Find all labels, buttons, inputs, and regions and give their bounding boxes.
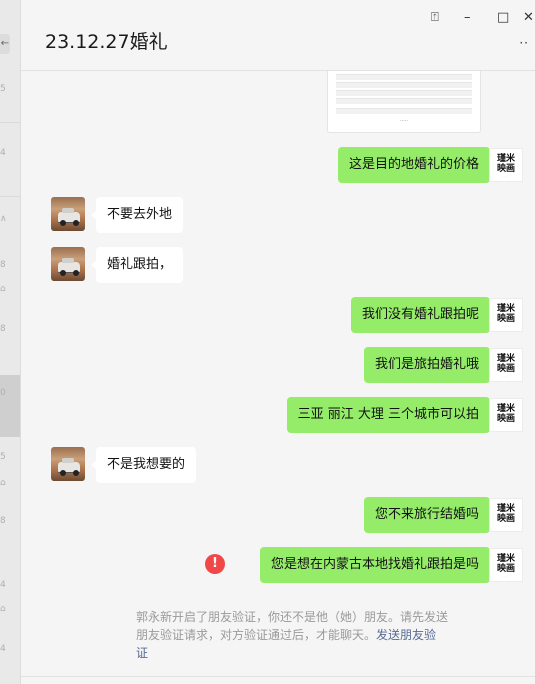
list-mark: 0 <box>0 388 6 398</box>
conversation-list-edge: ← 5 4 ∧ 8 ⌂ 8 0 5 ⌂ 8 4 ⌂ 4 <box>0 0 21 684</box>
price-row <box>336 98 472 104</box>
bubble-tail <box>91 260 97 270</box>
friend-verification-notice: 郭永新开启了朋友验证，你还不是他（她）朋友。请先发送朋友验证请求，对方验证通过后… <box>136 608 448 662</box>
avatar-logo-text: 瑾米 <box>496 554 515 564</box>
more-options-icon[interactable]: ·· <box>519 36 529 50</box>
wheel <box>60 220 66 226</box>
message-text: 婚礼跟拍， <box>107 257 173 272</box>
avatar-logo-text: 映画 <box>496 164 515 174</box>
contact-avatar[interactable] <box>51 447 85 481</box>
message-bubble-sent-failed[interactable]: 您是想在内蒙古本地找婚礼跟拍是吗 <box>259 547 495 583</box>
wheel <box>60 270 66 276</box>
list-mark: 8 <box>0 516 6 526</box>
avatar-logo-text: 映画 <box>496 514 515 524</box>
bubble-tail <box>91 460 97 470</box>
message-bubble-sent[interactable]: 三亚 丽江 大理 三个城市可以拍 <box>286 397 495 433</box>
contact-avatar[interactable] <box>51 197 85 231</box>
minimize-button[interactable]: – <box>464 10 471 26</box>
selected-conversation[interactable] <box>0 375 20 437</box>
avatar-logo-subtext: · · · · <box>502 574 510 578</box>
list-mark: 5 <box>0 84 6 94</box>
message-text: 您不来旅行结婚吗 <box>374 507 479 522</box>
message-bubble-sent[interactable]: 我们没有婚礼跟拍呢 <box>350 297 495 333</box>
close-button[interactable]: ✕ <box>523 10 534 26</box>
price-row <box>336 108 472 114</box>
message-area[interactable]: ····· 这是目的地婚礼的价格 瑾米 映画 · · · · 不要去外地 婚礼跟… <box>21 71 535 677</box>
wheel <box>73 220 79 226</box>
avatar-logo-text: 瑾米 <box>496 154 515 164</box>
message-text: 我们没有婚礼跟拍呢 <box>361 307 479 322</box>
avatar-logo-subtext: · · · · <box>502 424 510 428</box>
message-text: 我们是旅拍婚礼哦 <box>374 357 479 372</box>
message-bubble-received[interactable]: 婚礼跟拍， <box>91 247 184 283</box>
collapse-list-button[interactable]: ← <box>0 34 10 54</box>
avatar-logo-text: 映画 <box>496 414 515 424</box>
avatar-logo-subtext: · · · · <box>502 174 510 178</box>
message-text: 这是目的地婚礼的价格 <box>348 157 479 172</box>
price-row <box>336 90 472 96</box>
my-avatar[interactable]: 瑾米 映画 · · · · <box>489 298 523 332</box>
avatar-logo-text: 瑾米 <box>496 354 515 364</box>
chat-header: 23.12.27婚礼 ⍐ – □ ✕ ·· <box>21 0 535 71</box>
price-row <box>336 74 472 80</box>
avatar-logo-text: 映画 <box>496 564 515 574</box>
avatar-logo-text: 瑾米 <box>496 504 515 514</box>
avatar-logo-subtext: · · · · <box>502 374 510 378</box>
message-text: 三亚 丽江 大理 三个城市可以拍 <box>297 407 479 422</box>
send-failed-icon[interactable]: ! <box>205 554 225 574</box>
input-area-divider <box>21 676 535 677</box>
message-bubble-received[interactable]: 不是我想要的 <box>91 447 197 483</box>
avatar-logo-text: 瑾米 <box>496 304 515 314</box>
message-bubble-sent[interactable]: 您不来旅行结婚吗 <box>363 497 495 533</box>
price-list-image[interactable]: ····· <box>327 71 481 133</box>
list-mark: 4 <box>0 580 6 590</box>
message-text: 不是我想要的 <box>107 457 186 472</box>
list-mark: 5 <box>0 452 6 462</box>
avatar-logo-text: 瑾米 <box>496 404 515 414</box>
my-avatar[interactable]: 瑾米 映画 · · · · <box>489 148 523 182</box>
avatar-logo-text: 映画 <box>496 364 515 374</box>
message-bubble-sent[interactable]: 这是目的地婚礼的价格 <box>337 147 495 183</box>
message-bubble-sent[interactable]: 我们是旅拍婚礼哦 <box>363 347 495 383</box>
my-avatar[interactable]: 瑾米 映画 · · · · <box>489 548 523 582</box>
my-avatar[interactable]: 瑾米 映画 · · · · <box>489 348 523 382</box>
wheel <box>60 470 66 476</box>
list-mark: ∧ <box>0 214 7 224</box>
my-avatar[interactable]: 瑾米 映画 · · · · <box>489 398 523 432</box>
avatar-logo-subtext: · · · · <box>502 324 510 328</box>
message-text: 您是想在内蒙古本地找婚礼跟拍是吗 <box>270 557 479 572</box>
list-divider <box>0 122 20 123</box>
list-mark: 4 <box>0 644 6 654</box>
list-mark: 8 <box>0 260 6 270</box>
price-row <box>336 82 472 88</box>
avatar-logo-subtext: · · · · <box>502 524 510 528</box>
chat-title: 23.12.27婚礼 <box>45 31 168 53</box>
message-bubble-received[interactable]: 不要去外地 <box>91 197 184 233</box>
my-avatar[interactable]: 瑾米 映画 · · · · <box>489 498 523 532</box>
price-list-caption: ····· <box>400 118 408 124</box>
list-mark: 8 <box>0 324 6 334</box>
message-text: 不要去外地 <box>107 207 173 222</box>
avatar-logo-text: 映画 <box>496 314 515 324</box>
list-mark: 4 <box>0 148 6 158</box>
pin-icon[interactable]: ⍐ <box>431 10 439 26</box>
wheel <box>73 270 79 276</box>
wheel <box>73 470 79 476</box>
mute-icon: ⌂ <box>0 478 6 488</box>
maximize-button[interactable]: □ <box>497 10 509 26</box>
contact-avatar[interactable] <box>51 247 85 281</box>
bubble-tail <box>91 210 97 220</box>
mute-icon: ⌂ <box>0 604 6 614</box>
list-divider <box>0 196 20 197</box>
mute-icon: ⌂ <box>0 284 6 294</box>
